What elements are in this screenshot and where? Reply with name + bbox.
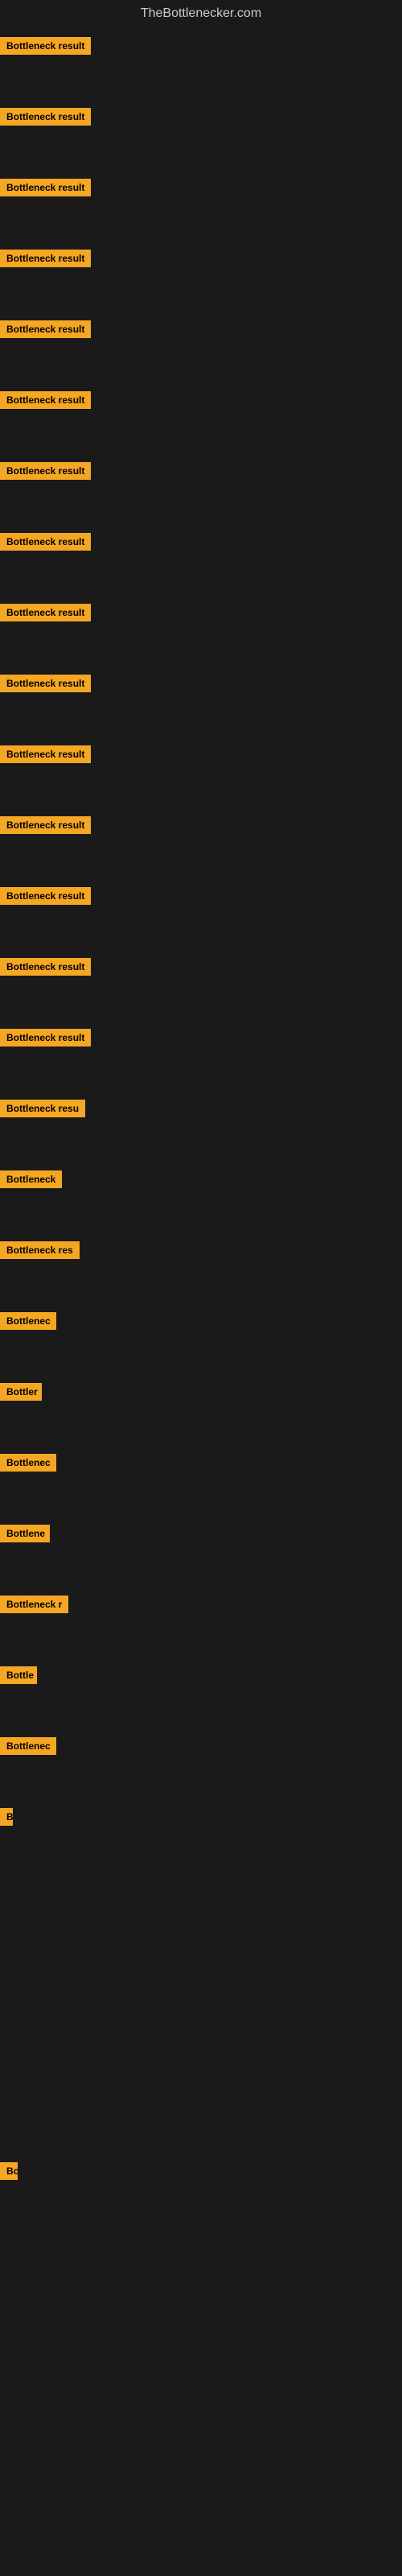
bottleneck-badge[interactable]: Bottleneck <box>0 1170 62 1188</box>
list-item: Bottle <box>0 1660 402 1731</box>
list-item: Bottleneck r <box>0 1589 402 1660</box>
bottleneck-badge[interactable]: Bottle <box>0 1666 37 1684</box>
bottleneck-badge[interactable]: Bottler <box>0 1383 42 1401</box>
list-item: Bottleneck result <box>0 385 402 456</box>
bottleneck-badge[interactable]: Bottleneck result <box>0 533 91 551</box>
bottleneck-badge[interactable]: Bottlene <box>0 1525 50 1542</box>
list-item: Bottleneck <box>0 1164 402 1235</box>
list-item <box>0 2368 402 2439</box>
list-item: Bottleneck resu <box>0 1093 402 1164</box>
list-item: Bottleneck result <box>0 101 402 172</box>
bottleneck-badge[interactable]: Bottleneck resu <box>0 1100 85 1117</box>
site-title: TheBottlenecker.com <box>0 0 402 31</box>
list-item: Bottleneck result <box>0 739 402 810</box>
bottleneck-badge[interactable]: Bottleneck result <box>0 320 91 338</box>
items-container: Bottleneck result Bottleneck result Bottle… <box>0 31 402 2510</box>
bottleneck-badge[interactable]: Bottlenec <box>0 1737 56 1755</box>
list-item: Bottleneck result <box>0 597 402 668</box>
list-item: Bottleneck result <box>0 172 402 243</box>
bottleneck-badge[interactable]: Bo <box>0 2162 18 2180</box>
list-item: Bottlenec <box>0 1731 402 1802</box>
list-item: Bo <box>0 2156 402 2227</box>
list-item: Bottleneck result <box>0 668 402 739</box>
bottleneck-badge[interactable]: Bottleneck result <box>0 108 91 126</box>
bottleneck-badge[interactable]: Bottleneck r <box>0 1596 68 1613</box>
bottleneck-badge[interactable]: Bottleneck result <box>0 391 91 409</box>
list-item: Bottleneck result <box>0 1022 402 1093</box>
list-item: Bottler <box>0 1377 402 1447</box>
site-header: TheBottlenecker.com <box>0 0 402 31</box>
list-item <box>0 1943 402 2014</box>
list-item <box>0 2014 402 2085</box>
bottleneck-badge[interactable]: Bottleneck result <box>0 250 91 267</box>
list-item <box>0 2227 402 2297</box>
list-item <box>0 2085 402 2156</box>
list-item: Bottleneck result <box>0 456 402 526</box>
bottleneck-badge[interactable]: Bottleneck res <box>0 1241 80 1259</box>
list-item: Bottleneck result <box>0 31 402 101</box>
list-item: Bottleneck result <box>0 881 402 952</box>
bottleneck-badge[interactable]: Bottleneck result <box>0 37 91 55</box>
list-item: Bottleneck result <box>0 810 402 881</box>
bottleneck-badge[interactable]: Bottleneck result <box>0 745 91 763</box>
bottleneck-badge[interactable]: B <box>0 1808 13 1826</box>
bottleneck-badge[interactable]: Bottleneck result <box>0 675 91 692</box>
list-item <box>0 2439 402 2510</box>
list-item: Bottleneck res <box>0 1235 402 1306</box>
list-item: Bottlene <box>0 1518 402 1589</box>
list-item: Bottleneck result <box>0 314 402 385</box>
bottleneck-badge[interactable]: Bottleneck result <box>0 604 91 621</box>
bottleneck-badge[interactable]: Bottleneck result <box>0 887 91 905</box>
bottleneck-badge[interactable]: Bottlenec <box>0 1454 56 1472</box>
list-item: B <box>0 1802 402 1872</box>
list-item: Bottlenec <box>0 1306 402 1377</box>
bottleneck-badge[interactable]: Bottleneck result <box>0 816 91 834</box>
bottleneck-badge[interactable]: Bottleneck result <box>0 1029 91 1046</box>
list-item <box>0 1872 402 1943</box>
bottleneck-badge[interactable]: Bottleneck result <box>0 958 91 976</box>
list-item: Bottleneck result <box>0 952 402 1022</box>
list-item <box>0 2297 402 2368</box>
bottleneck-badge[interactable]: Bottlenec <box>0 1312 56 1330</box>
list-item: Bottleneck result <box>0 243 402 314</box>
list-item: Bottlenec <box>0 1447 402 1518</box>
list-item: Bottleneck result <box>0 526 402 597</box>
bottleneck-badge[interactable]: Bottleneck result <box>0 179 91 196</box>
bottleneck-badge[interactable]: Bottleneck result <box>0 462 91 480</box>
